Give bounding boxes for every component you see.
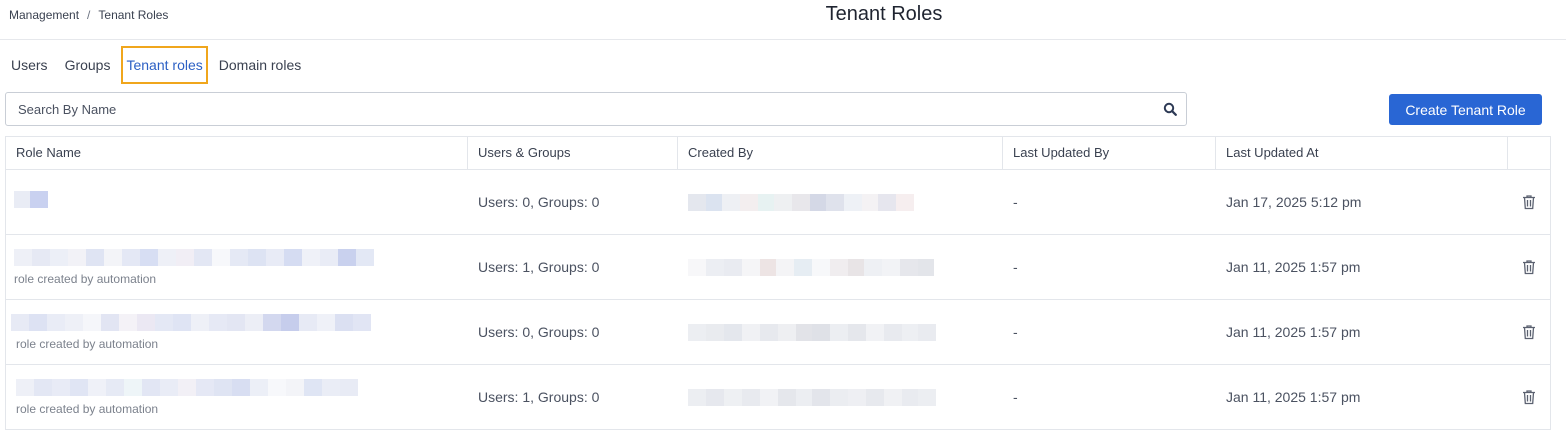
search-input[interactable] (6, 93, 1160, 125)
roles-table: Role Name Users & Groups Created By Last… (5, 136, 1551, 430)
created-by-redacted (688, 258, 1003, 276)
table-row[interactable]: role created by automation Users: 1, Gro… (6, 235, 1550, 300)
tab-tenant-roles[interactable]: Tenant roles (121, 46, 208, 84)
last-updated-at-cell: Jan 11, 2025 1:57 pm (1226, 259, 1361, 275)
column-header-last-updated-at[interactable]: Last Updated At (1216, 137, 1508, 169)
last-updated-by-cell: - (1013, 389, 1018, 405)
role-name-redacted (14, 248, 468, 266)
column-header-created-by[interactable]: Created By (678, 137, 1003, 169)
role-description: role created by automation (16, 336, 159, 351)
last-updated-at-cell: Jan 11, 2025 1:57 pm (1226, 389, 1361, 405)
tab-users[interactable]: Users (5, 46, 54, 84)
trash-icon[interactable] (1522, 389, 1536, 405)
last-updated-by-cell: - (1013, 194, 1018, 210)
role-name-redacted (16, 378, 468, 396)
users-groups-cell: Users: 0, Groups: 0 (478, 194, 600, 210)
table-row[interactable]: Users: 0, Groups: 0 - Jan 17, 2025 5:12 … (6, 170, 1550, 235)
last-updated-at-cell: Jan 17, 2025 5:12 pm (1226, 194, 1362, 210)
created-by-redacted (688, 193, 1003, 211)
role-name-redacted (14, 190, 468, 208)
column-header-last-updated-by[interactable]: Last Updated By (1003, 137, 1216, 169)
tab-groups[interactable]: Groups (59, 46, 117, 84)
role-description: role created by automation (16, 401, 159, 416)
trash-icon[interactable] (1522, 259, 1536, 275)
created-by-redacted (688, 388, 1003, 406)
top-bar: Management / Tenant Roles Tenant Roles (0, 0, 1566, 40)
column-header-users-groups[interactable]: Users & Groups (468, 137, 678, 169)
search-box (5, 92, 1187, 126)
users-groups-cell: Users: 0, Groups: 0 (478, 324, 600, 340)
create-tenant-role-button[interactable]: Create Tenant Role (1389, 94, 1542, 125)
page-title: Tenant Roles (825, 3, 943, 25)
tab-bar: Users Groups Tenant roles Domain roles (0, 44, 307, 86)
users-groups-cell: Users: 1, Groups: 0 (478, 389, 600, 405)
column-header-actions (1508, 137, 1550, 169)
created-by-redacted (688, 323, 1003, 341)
table-row[interactable]: role created by automation Users: 0, Gro… (6, 300, 1550, 365)
trash-icon[interactable] (1522, 194, 1536, 210)
last-updated-at-cell: Jan 11, 2025 1:57 pm (1226, 324, 1361, 340)
trash-icon[interactable] (1522, 324, 1536, 340)
role-description: role created by automation (14, 271, 157, 286)
table-header: Role Name Users & Groups Created By Last… (6, 137, 1550, 170)
column-header-role-name[interactable]: Role Name (6, 137, 468, 169)
role-name-redacted (11, 313, 468, 331)
last-updated-by-cell: - (1013, 324, 1018, 340)
users-groups-cell: Users: 1, Groups: 0 (478, 259, 600, 275)
last-updated-by-cell: - (1013, 259, 1018, 275)
table-row[interactable]: role created by automation Users: 1, Gro… (6, 365, 1550, 430)
tab-domain-roles[interactable]: Domain roles (213, 46, 307, 84)
search-icon[interactable] (1163, 102, 1177, 116)
